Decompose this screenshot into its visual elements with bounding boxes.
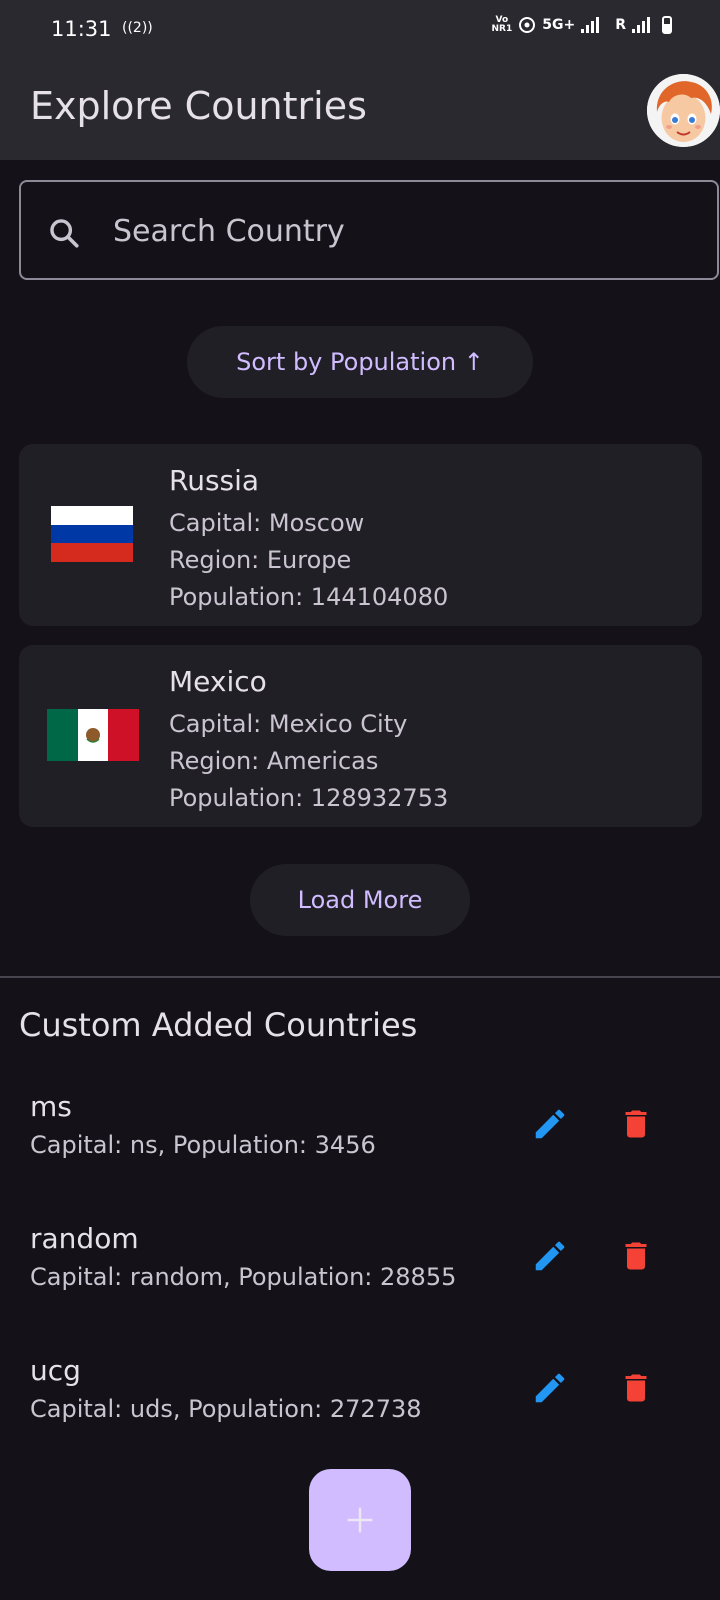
status-bar: 11:31 ((2)) Vo NR1 5G+ R xyxy=(0,0,720,60)
edit-button[interactable] xyxy=(526,1100,574,1148)
app-bar: Explore Countries xyxy=(0,60,720,160)
sort-by-population-button[interactable]: Sort by Population ↑ xyxy=(187,326,533,398)
avatar[interactable] xyxy=(647,74,720,147)
load-more-button[interactable]: Load More xyxy=(250,864,470,936)
delete-button[interactable] xyxy=(612,1100,660,1148)
country-info: Russia Capital: Moscow Region: Europe Po… xyxy=(169,464,448,616)
volte-bottom: NR1 xyxy=(491,24,513,34)
plus-icon xyxy=(347,1507,373,1533)
country-info: Mexico Capital: Mexico City Region: Amer… xyxy=(169,665,448,817)
page-title: Explore Countries xyxy=(30,84,367,128)
section-divider xyxy=(0,976,720,978)
mexico-flag-icon xyxy=(47,709,139,761)
custom-country-item: ms Capital: ns, Population: 3456 xyxy=(30,1090,720,1190)
trash-icon xyxy=(625,1110,647,1138)
search-input[interactable] xyxy=(111,208,675,254)
search-icon xyxy=(50,219,79,248)
country-region: Region: Europe xyxy=(169,546,352,574)
country-card[interactable]: Mexico Capital: Mexico City Region: Amer… xyxy=(19,645,702,827)
edit-button[interactable] xyxy=(526,1364,574,1412)
custom-country-item: ucg Capital: uds, Population: 272738 xyxy=(30,1354,720,1454)
add-country-fab[interactable] xyxy=(309,1469,411,1571)
pencil-icon xyxy=(535,1241,565,1271)
delete-button[interactable] xyxy=(612,1232,660,1280)
country-population: Population: 144104080 xyxy=(169,583,449,611)
russia-flag-icon xyxy=(51,506,133,562)
edit-button[interactable] xyxy=(526,1232,574,1280)
country-name: Russia xyxy=(169,464,260,497)
search-box xyxy=(19,180,719,280)
country-card[interactable]: Russia Capital: Moscow Region: Europe Po… xyxy=(19,444,702,626)
country-name: Mexico xyxy=(169,665,267,698)
signal-icon-2 xyxy=(632,17,650,33)
roaming-indicator: R xyxy=(615,17,626,33)
custom-country-item: random Capital: random, Population: 2885… xyxy=(30,1222,720,1322)
trash-icon xyxy=(625,1242,647,1270)
trash-icon xyxy=(625,1374,647,1402)
network-type: 5G+ xyxy=(542,17,576,33)
volte-icon: Vo NR1 xyxy=(492,16,513,34)
pencil-icon xyxy=(535,1109,565,1139)
avatar-image xyxy=(647,74,720,147)
custom-section-title: Custom Added Countries xyxy=(19,1006,418,1044)
country-region: Region: Americas xyxy=(169,747,379,775)
delete-button[interactable] xyxy=(612,1364,660,1412)
country-population: Population: 128932753 xyxy=(169,784,449,812)
status-icons: Vo NR1 5G+ R xyxy=(492,16,672,34)
country-capital: Capital: Moscow xyxy=(169,509,365,537)
country-capital: Capital: Mexico City xyxy=(169,710,408,738)
battery-icon xyxy=(662,16,672,34)
wifi-calling-icon xyxy=(519,17,536,33)
signal-icon xyxy=(581,17,600,33)
status-time: 11:31 xyxy=(51,17,112,41)
pencil-icon xyxy=(535,1373,565,1403)
hotspot-icon: ((2)) xyxy=(122,20,153,36)
